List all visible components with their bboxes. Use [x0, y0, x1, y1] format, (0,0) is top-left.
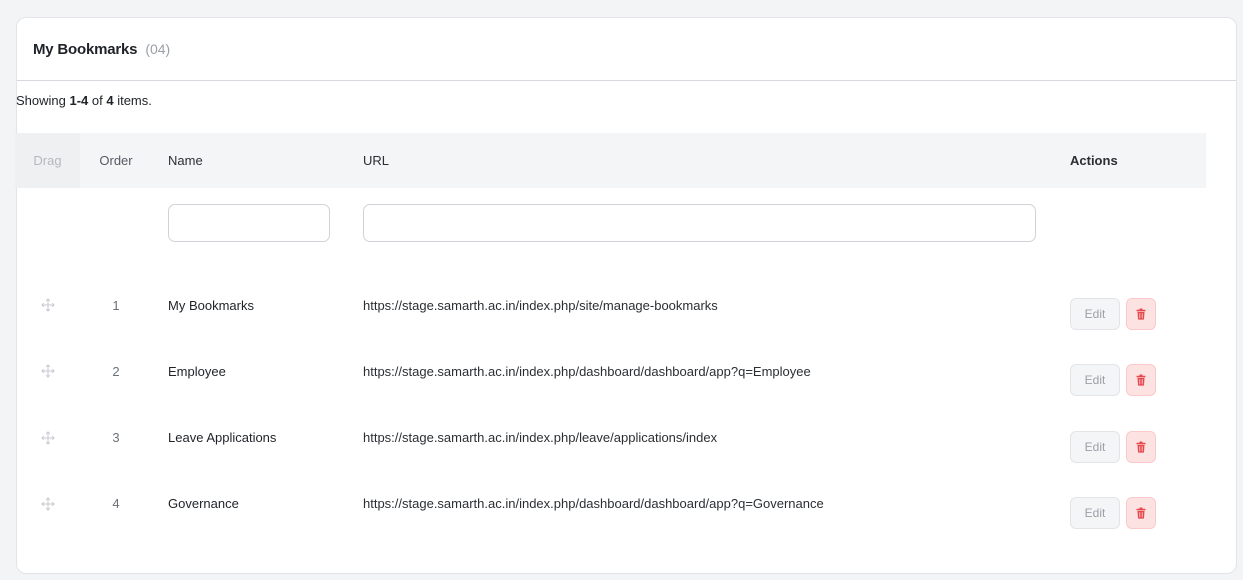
column-header-name[interactable]: Name: [168, 133, 203, 188]
edit-button[interactable]: Edit: [1070, 496, 1120, 529]
card-header: My Bookmarks (04): [17, 18, 1236, 81]
row-url: https://stage.samarth.ac.in/index.php/le…: [363, 430, 718, 446]
drag-move-icon: [40, 497, 55, 511]
row-order: 3: [112, 430, 120, 446]
name-filter-input[interactable]: [168, 204, 330, 242]
drag-move-icon: [40, 298, 55, 312]
url-filter-input[interactable]: [363, 204, 1036, 242]
row-url: https://stage.samarth.ac.in/index.php/da…: [363, 363, 811, 379]
delete-button[interactable]: [1126, 364, 1156, 397]
delete-button[interactable]: [1126, 298, 1156, 330]
edit-button[interactable]: Edit: [1070, 430, 1120, 463]
trash-icon: [1136, 374, 1146, 386]
page-top-strip: [0, 0, 1243, 9]
summary-text: Showing 1-4 of 4 items.: [16, 93, 152, 108]
drag-handle[interactable]: [15, 272, 80, 338]
card-title: My Bookmarks: [33, 40, 138, 58]
trash-icon: [1136, 441, 1146, 453]
summary-prefix: Showing: [16, 93, 70, 108]
row-name: My Bookmarks: [168, 297, 254, 313]
row-name: Governance: [168, 496, 239, 512]
table-row: 2 Employee https://stage.samarth.ac.in/i…: [15, 338, 1206, 404]
table-header: Drag Order Name URL Actions: [15, 133, 1206, 188]
delete-button[interactable]: [1126, 430, 1156, 463]
column-header-drag: Drag: [15, 133, 80, 188]
row-order: 2: [112, 363, 120, 379]
row-actions: Edit: [1070, 414, 1156, 480]
row-order: 1: [112, 297, 120, 313]
summary-total: 4: [106, 93, 114, 108]
delete-button[interactable]: [1126, 496, 1156, 529]
drag-handle[interactable]: [15, 405, 80, 471]
drag-handle[interactable]: [15, 471, 80, 537]
summary-middle: of: [88, 93, 107, 108]
column-header-url[interactable]: URL: [363, 133, 389, 188]
drag-move-icon: [40, 430, 55, 445]
table-row: 1 My Bookmarks https://stage.samarth.ac.…: [15, 272, 1206, 338]
table-row: 3 Leave Applications https://stage.samar…: [15, 405, 1206, 471]
drag-handle[interactable]: [15, 338, 80, 404]
edit-button[interactable]: Edit: [1070, 298, 1120, 330]
row-order: 4: [112, 496, 120, 512]
summary-suffix: items.: [113, 93, 152, 108]
trash-icon: [1136, 308, 1146, 320]
table-row: 4 Governance https://stage.samarth.ac.in…: [15, 471, 1206, 537]
row-name: Employee: [168, 363, 226, 379]
drag-move-icon: [40, 364, 55, 379]
column-header-actions: Actions: [1070, 153, 1118, 168]
row-actions: Edit: [1070, 281, 1156, 347]
row-url: https://stage.samarth.ac.in/index.php/da…: [363, 496, 824, 512]
column-header-order[interactable]: Order: [81, 133, 151, 188]
bookmark-count: (04): [145, 41, 171, 57]
row-name: Leave Applications: [168, 430, 277, 446]
row-url: https://stage.samarth.ac.in/index.php/si…: [363, 297, 718, 313]
summary-range: 1-4: [69, 93, 89, 108]
trash-icon: [1136, 507, 1146, 519]
edit-button[interactable]: Edit: [1070, 364, 1120, 397]
row-actions: Edit: [1070, 480, 1156, 546]
row-actions: Edit: [1070, 347, 1156, 413]
